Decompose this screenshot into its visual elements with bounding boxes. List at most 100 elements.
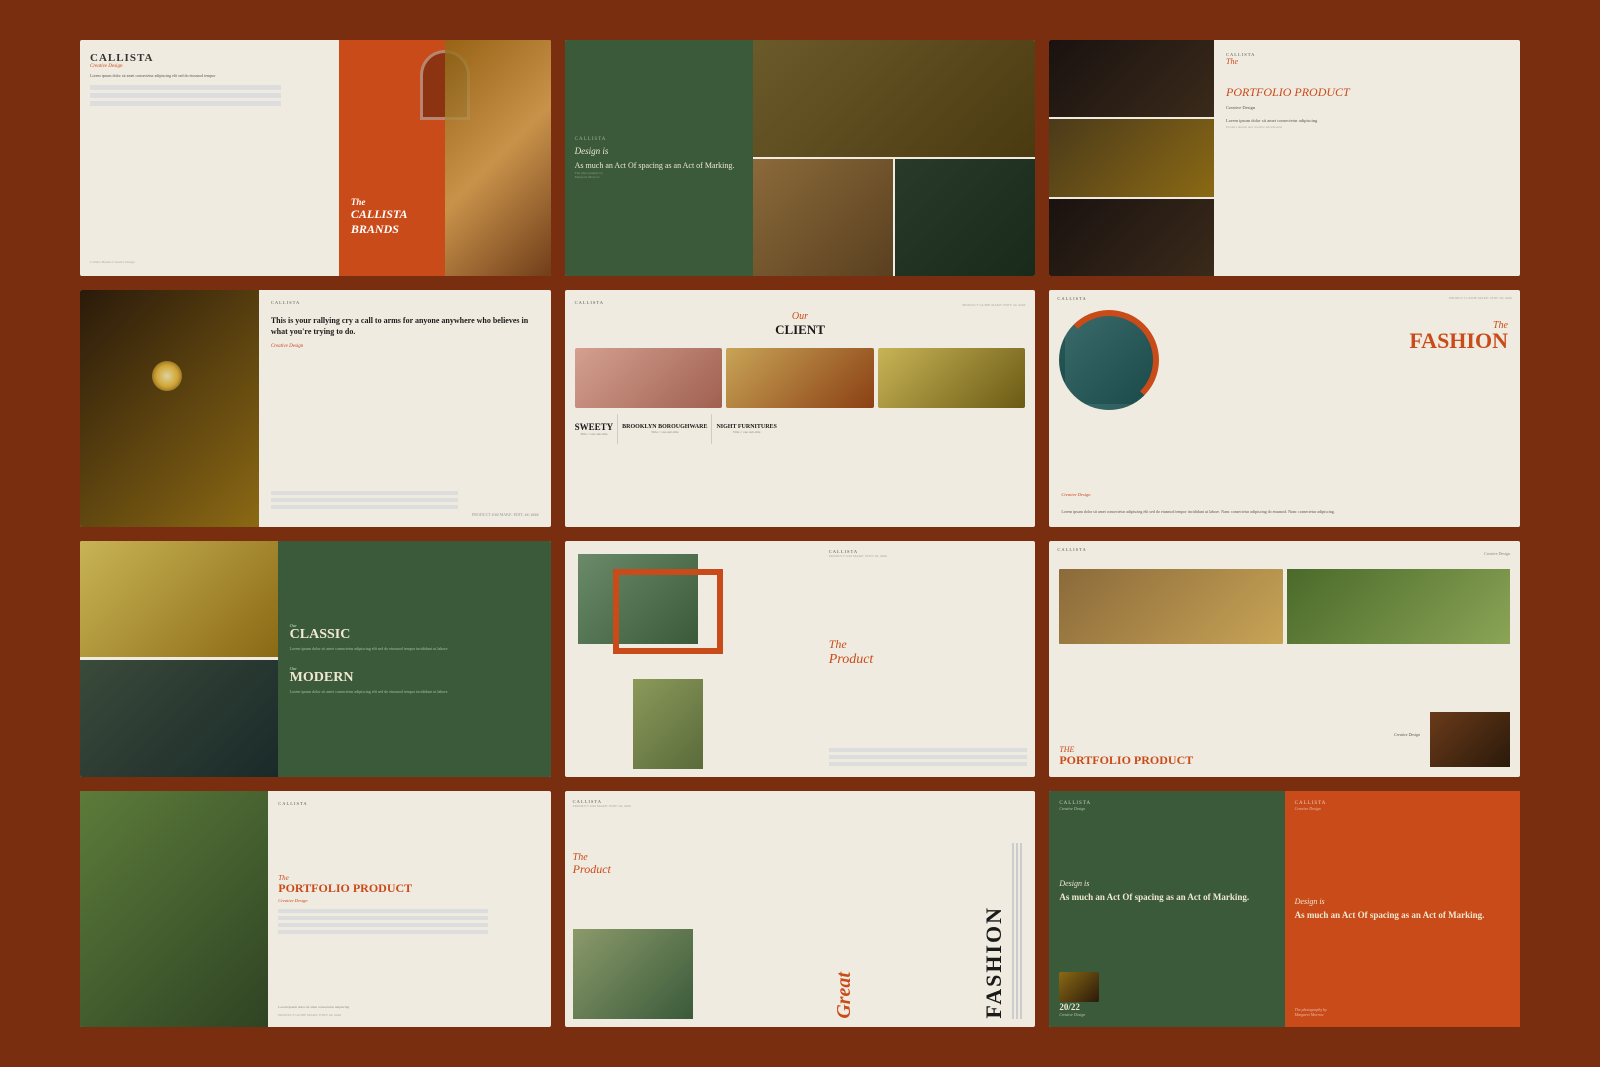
product-label: PRODUCT #/## MAKE: EDIT: ##, #### [829,554,1028,558]
footer-area: Lorem ipsum dolor sit amet consectetur a… [278,1005,540,1017]
slide-photo-left [80,290,259,526]
light-orb [152,361,182,391]
creative-sm: Creative Design [1059,1012,1274,1017]
footer-info: Product details and creative information [1226,125,1508,129]
slide-header: CALLISTA PRODUCT #/## MAKE: EDIT: ##, ##… [829,549,1028,558]
eye-photo-2 [1287,569,1510,644]
form-rows [278,909,540,934]
green-footer: 20/22 Creative Design [1059,972,1274,1017]
slide-left-content: CALLISTA PRODUCT #/## MAKE: EDIT: ##, ##… [573,799,823,1019]
classic-section: Our CLASSIC Lorem ipsum dolor sit amet c… [290,623,539,652]
fashion-vert: FASHION [981,906,1007,1019]
fashion-title: The FASHION [1409,320,1508,351]
creative-label: Creative Design [271,344,539,349]
creative-label: Creative Design [1059,806,1274,811]
slide-photos [753,40,1035,276]
design-body-2: As much an Act Of spacing as an Act of M… [1295,910,1510,922]
portfolio-title: PORTFOLIO PRODUCT [1059,754,1193,767]
form-field-delivery [90,101,281,106]
modern-big: MODERN [290,671,539,685]
green-photo [80,791,268,1027]
fashion-photo [573,929,693,1019]
slide-callista-brands: CALLISTA Creative Design Lorem ipsum dol… [80,40,551,276]
client-brand-sweety: SWEETY Title // one sub-title [575,422,614,436]
photo-textured [878,348,1026,408]
footer-credits: The photography byMargaret Morrow [1295,1007,1510,1017]
form-row-2 [278,916,488,920]
slide-portfolio-product-1: CALLISTA The PORTFOLIO PRODUCT Creative … [1049,40,1520,276]
slide-grid: CALLISTA Creative Design Lorem ipsum dol… [0,0,1600,1067]
small-photo [633,679,703,769]
slide-photos-area [573,549,823,769]
orange-frame [613,569,723,654]
slide-right-content: CALLISTA PRODUCT #/## MAKE: EDIT: ##, ##… [823,549,1028,769]
slide-right-fashion: Great FASHION [823,799,1028,1019]
slide-the-product: CALLISTA PRODUCT #/## MAKE: EDIT: ##, ##… [565,541,1036,777]
bottom-photo [1430,712,1510,767]
brand-label: CALLISTA [271,300,539,305]
product-label: PRODUCT #/## MAKE: EDIT: ##, #### [573,804,823,808]
brand-label: CALLISTA [1057,547,1086,552]
client-heading-area: Our CLIENT [575,311,1026,344]
slide-green-half: CALLISTA Creative Design Design is As mu… [1049,791,1284,1027]
slide-left-panel: CALLISTA Creative Design Lorem ipsum dol… [80,40,339,276]
lamp-image [1059,972,1099,1002]
slide-desc: Lorem ipsum dolor sit amet consectetur a… [1226,118,1508,125]
creative-bottom: Creative Design [1394,732,1420,737]
slide-header: CALLISTA PRODUCT GUIDE MAKE: EDIT: ##, #… [575,300,1026,309]
portfolio-title-area: The PORTFOLIO PRODUCT Creative Design Lo… [1226,57,1508,125]
orange-header: CALLISTA Creative Design [1295,801,1510,811]
slide-right-panel: The CALLISTABRANDS [339,40,551,276]
product-title: Product [573,863,823,876]
form-rows [271,491,539,509]
form-row-3 [278,923,488,927]
client-brand-night: NIGHT FURNITURES Title // one sub-title [716,424,776,434]
fashion-circle [1059,310,1159,410]
form-field-details [90,85,281,90]
client-sub-1: Title // one sub-title [575,432,614,436]
vline-1 [1012,843,1014,1019]
bottom-info: Lorem ipsum dolor sit amet consectetur a… [278,1005,540,1010]
slide-label: Creative Design [1226,105,1508,112]
brand-label: CALLISTA [90,52,329,64]
portfolio-title-area: The PORTFOLIO PRODUCT Creative Design [278,874,540,937]
product-title-area: The Product [573,852,823,876]
slide-text-right: CALLISTA This is your rallying cry a cal… [259,290,551,526]
photo-horses [753,40,1035,157]
slide-photos-left [80,541,278,777]
brand-label: CALLISTA [1057,296,1086,301]
creative-label: Creative Design [90,64,329,69]
slide-left-photos [1049,40,1214,276]
client-sub-3: Title // one sub-title [716,430,776,434]
form-row-3 [271,505,458,509]
portfolio-title: PORTFOLIO PRODUCT [1226,86,1508,99]
desc-text: Lorem ipsum dolor sit amet consectetur a… [1061,509,1334,515]
product-title-area: The Product [829,638,1028,667]
eye-photo-1 [1059,569,1282,644]
slide-white-panel: CALLISTA The PORTFOLIO PRODUCT Creative … [268,791,550,1027]
design-italic-2: Design is [1295,897,1510,906]
slide-the-fashion: CALLISTA PRODUCT GUIDE MAKE: EDIT: ##, #… [1049,290,1520,526]
slide-header: CALLISTA [278,801,540,806]
photo-dark-2 [1049,199,1214,276]
design-text-area-2: Design is As much an Act Of spacing as a… [1295,897,1510,922]
modern-section: Our MODERN Lorem ipsum dolor sit amet co… [290,666,539,695]
slide-orange-half: CALLISTA Creative Design Design is As mu… [1285,791,1520,1027]
product-label: PRODUCT #/## MAKE: EDIT: ##, #### [271,512,539,517]
design-italic: Design is [575,146,743,156]
photo-dark-1 [1049,40,1214,117]
product-label: PRODUCT GUIDE MAKE: EDIT: ##, #### [962,303,1025,307]
rally-text: This is your rallying cry a call to arms… [271,315,539,337]
photo-nude [575,348,723,408]
portfolio-bottom-text: THE PORTFOLIO PRODUCT [1059,745,1193,767]
orange-footer: The photography byMargaret Morrow [1295,1007,1510,1017]
divider-1 [617,414,618,444]
modern-desc: Lorem ipsum dolor sit amet consectetur a… [290,689,539,695]
slide-portfolio-eyes: CALLISTA Creative Design THE PORTFOLIO P… [1049,541,1520,777]
slide-split-design: CALLISTA Creative Design Design is As mu… [1049,791,1520,1027]
design-italic: Design is [1059,879,1274,888]
page-number: 20/22 [1059,1002,1274,1012]
creative-sm: Creative Design [1484,551,1510,556]
eye-photos-row [1059,569,1510,644]
classic-big: CLASSIC [290,628,539,642]
